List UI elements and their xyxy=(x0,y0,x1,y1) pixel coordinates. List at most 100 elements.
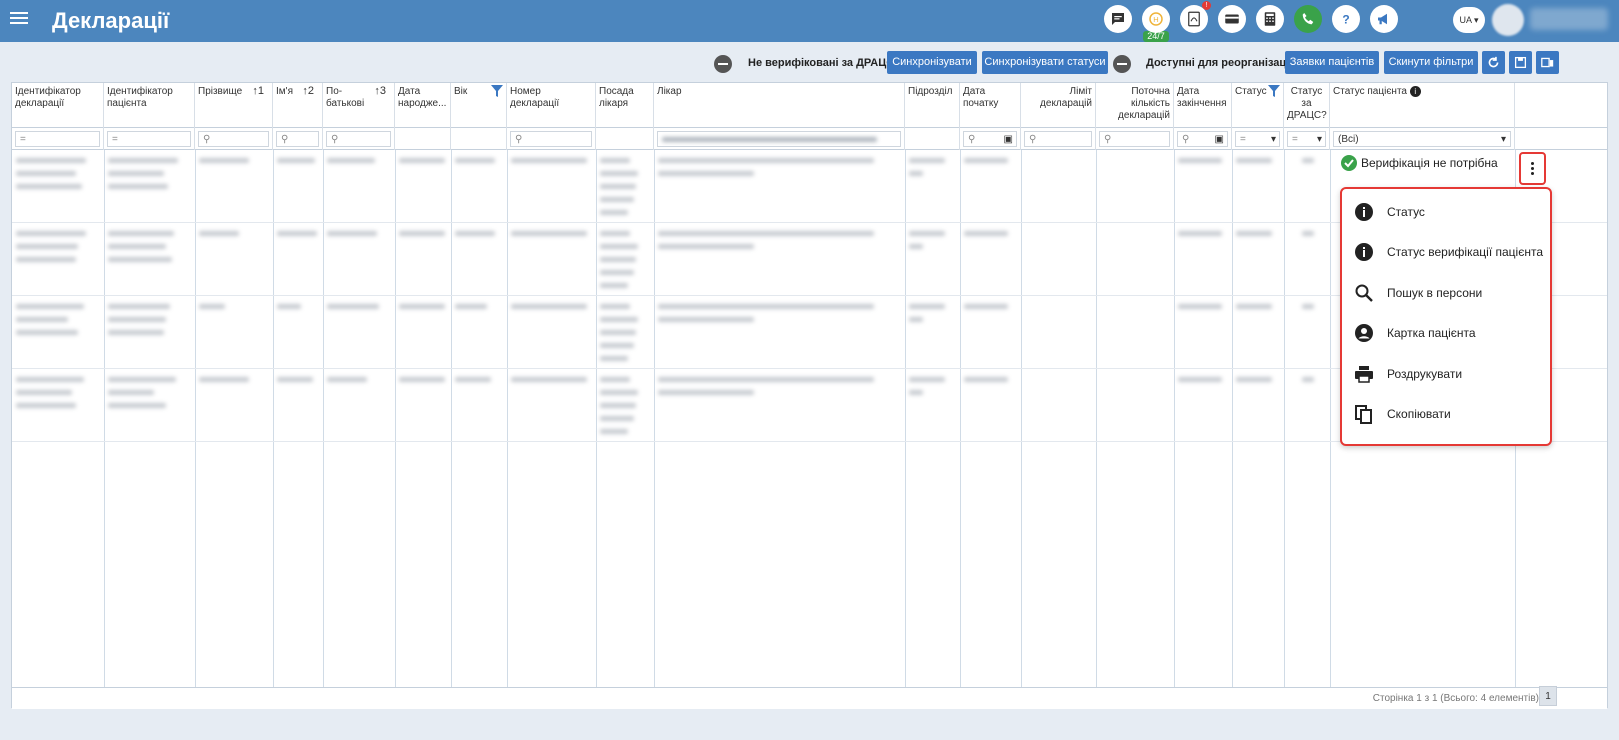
sort-order: 2 xyxy=(307,85,314,97)
more-actions-button[interactable] xyxy=(1519,152,1546,185)
col-header[interactable]: Ім'я ↑2 xyxy=(273,83,323,128)
filter-eq-input[interactable]: = xyxy=(15,131,100,147)
col-header[interactable]: Підрозділ xyxy=(905,83,960,128)
filter-eq-input[interactable]: = xyxy=(107,131,191,147)
col-header[interactable]: Поточна кількість декларацій xyxy=(1096,83,1174,128)
col-header[interactable]: Статус за ДРАЦС? xyxy=(1284,83,1330,128)
refresh-icon[interactable] xyxy=(1482,51,1505,74)
patient-status-text: Верифікація не потрібна xyxy=(1361,156,1498,170)
menu-item-label: Статус xyxy=(1387,205,1425,219)
chat-icon[interactable] xyxy=(1104,5,1132,33)
pdf-icon[interactable] xyxy=(1180,5,1208,33)
col-header[interactable]: Статус xyxy=(1232,83,1284,128)
language-selector[interactable]: UA ▾ xyxy=(1453,7,1485,33)
filter-eq-symbol: = xyxy=(1292,134,1298,145)
avatar[interactable] xyxy=(1492,4,1524,36)
hamburger-menu-icon[interactable] xyxy=(10,10,28,26)
search-icon[interactable]: ⚲ xyxy=(276,131,319,147)
sort-asc-icon: ↑3 xyxy=(374,85,386,97)
search-icon[interactable]: ⚲ xyxy=(198,131,269,147)
col-header[interactable]: По-батькові ↑3 xyxy=(323,83,395,128)
info-icon[interactable]: i xyxy=(1409,86,1421,97)
menu-item-person-search[interactable]: Пошук в персони xyxy=(1342,275,1550,311)
calculator-icon[interactable] xyxy=(1256,5,1284,33)
col-header[interactable]: Ліміт декларацій xyxy=(1021,83,1096,128)
sync-button[interactable]: Синхронізувати xyxy=(887,51,977,74)
search-icon[interactable]: ⚲ xyxy=(1099,131,1170,147)
col-label: Вік xyxy=(454,86,468,97)
patient-requests-button[interactable]: Заявки пацієнтів xyxy=(1285,51,1379,74)
col-header[interactable]: Номер декларації xyxy=(507,83,596,128)
drac-filter-select[interactable]: = ▾ xyxy=(1287,131,1326,147)
phone-icon[interactable] xyxy=(1294,5,1322,33)
filter-icon[interactable] xyxy=(491,85,503,97)
menu-item-copy[interactable]: Скопіювати xyxy=(1342,396,1550,432)
card-icon[interactable] xyxy=(1218,5,1246,33)
col-header[interactable]: Посада лікаря xyxy=(596,83,654,128)
patient-status-filter-value: (Всі) xyxy=(1338,134,1359,145)
search-icon[interactable]: ⚲ xyxy=(1024,131,1092,147)
search-icon[interactable]: ⚲ xyxy=(510,131,592,147)
col-header[interactable]: Вік xyxy=(451,83,507,128)
patient-status-filter-select[interactable]: (Всі) ▾ xyxy=(1333,131,1511,147)
filter-row: = = ⚲ ⚲ ⚲ ⚲ ⚲ ▣ ⚲ ⚲ ⚲ ▣ = ▾ = ▾ (Всі) ▾ xyxy=(12,128,1607,150)
col-header[interactable]: Ідентифікатор декларації xyxy=(12,83,104,128)
account-circle-icon xyxy=(1355,324,1373,342)
menu-item-label: Роздрукувати xyxy=(1387,367,1463,381)
chevron-down-icon: ▾ xyxy=(1270,134,1276,145)
page-info: Сторінка 1 з 1 (Всього: 4 елементів) xyxy=(1372,693,1539,704)
menu-item-status[interactable]: Статус xyxy=(1342,194,1550,230)
coin-icon[interactable]: H xyxy=(1142,5,1170,33)
col-header[interactable]: Лікар xyxy=(654,83,905,128)
help-icon[interactable]: ? xyxy=(1332,5,1360,33)
col-label: Прізвище xyxy=(198,86,243,97)
sort-asc-icon: ↑1 xyxy=(252,85,264,97)
svg-text:H: H xyxy=(1153,15,1158,24)
chevron-down-icon: ▾ xyxy=(1316,134,1322,145)
check-circle-icon xyxy=(1341,155,1357,171)
filter-icon[interactable] xyxy=(1268,85,1280,97)
menu-item-patient-card[interactable]: Картка пацієнта xyxy=(1342,315,1550,351)
col-header[interactable]: Дата закінчення xyxy=(1174,83,1232,128)
page-number-button[interactable]: 1 xyxy=(1539,686,1557,706)
sort-order: 3 xyxy=(379,85,386,97)
calendar-icon[interactable]: ▣ xyxy=(1004,132,1013,147)
language-label: UA xyxy=(1459,15,1472,25)
col-header[interactable]: Ідентифікатор пацієнта xyxy=(104,83,195,128)
filter-eq-symbol: = xyxy=(1240,134,1246,145)
col-label: По-батькові xyxy=(326,86,365,109)
col-label: Статус xyxy=(1235,86,1267,97)
grid-header: Ідентифікатор декларації Ідентифікатор п… xyxy=(12,83,1607,128)
sort-asc-icon: ↑2 xyxy=(302,85,314,97)
search-icon[interactable]: ⚲ xyxy=(326,131,391,147)
copy-icon xyxy=(1355,405,1372,424)
doctor-filter-select[interactable] xyxy=(657,131,901,147)
save-icon[interactable] xyxy=(1509,51,1532,74)
reset-filters-button[interactable]: Скинути фільтри xyxy=(1384,51,1478,74)
date-filter-input[interactable]: ⚲ ▣ xyxy=(1177,131,1228,147)
info-icon xyxy=(1355,243,1373,261)
col-header[interactable]: Дата початку xyxy=(960,83,1021,128)
svg-text:?: ? xyxy=(1342,13,1349,27)
megaphone-icon[interactable] xyxy=(1370,5,1398,33)
col-label: Ім'я xyxy=(276,86,293,97)
menu-item-verification-status[interactable]: Статус верифікації пацієнта xyxy=(1342,234,1550,270)
sync-statuses-button[interactable]: Синхронізувати статуси xyxy=(982,51,1108,74)
date-filter-input[interactable]: ⚲ ▣ xyxy=(963,131,1017,147)
search-icon xyxy=(1355,284,1373,302)
toggle-not-verified-label: Не верифіковані за ДРАЦС xyxy=(748,57,895,69)
col-header[interactable]: Прізвище ↑1 xyxy=(195,83,273,128)
toggle-reorganization[interactable] xyxy=(1113,55,1131,73)
col-header[interactable]: Дата народже... xyxy=(395,83,451,128)
page-title: Декларації xyxy=(52,8,170,33)
menu-item-print[interactable]: Роздрукувати xyxy=(1342,356,1550,392)
grid-footer: Сторінка 1 з 1 (Всього: 4 елементів) xyxy=(12,687,1607,709)
col-label: Статус пацієнта xyxy=(1333,86,1407,98)
print-icon xyxy=(1355,366,1373,383)
toggle-not-verified[interactable] xyxy=(714,55,732,73)
layout-icon[interactable] xyxy=(1536,51,1559,74)
col-header[interactable]: Статус пацієнта i xyxy=(1330,83,1515,128)
sort-order: 1 xyxy=(257,85,264,97)
status-filter-select[interactable]: = ▾ xyxy=(1235,131,1280,147)
calendar-icon[interactable]: ▣ xyxy=(1215,132,1224,147)
